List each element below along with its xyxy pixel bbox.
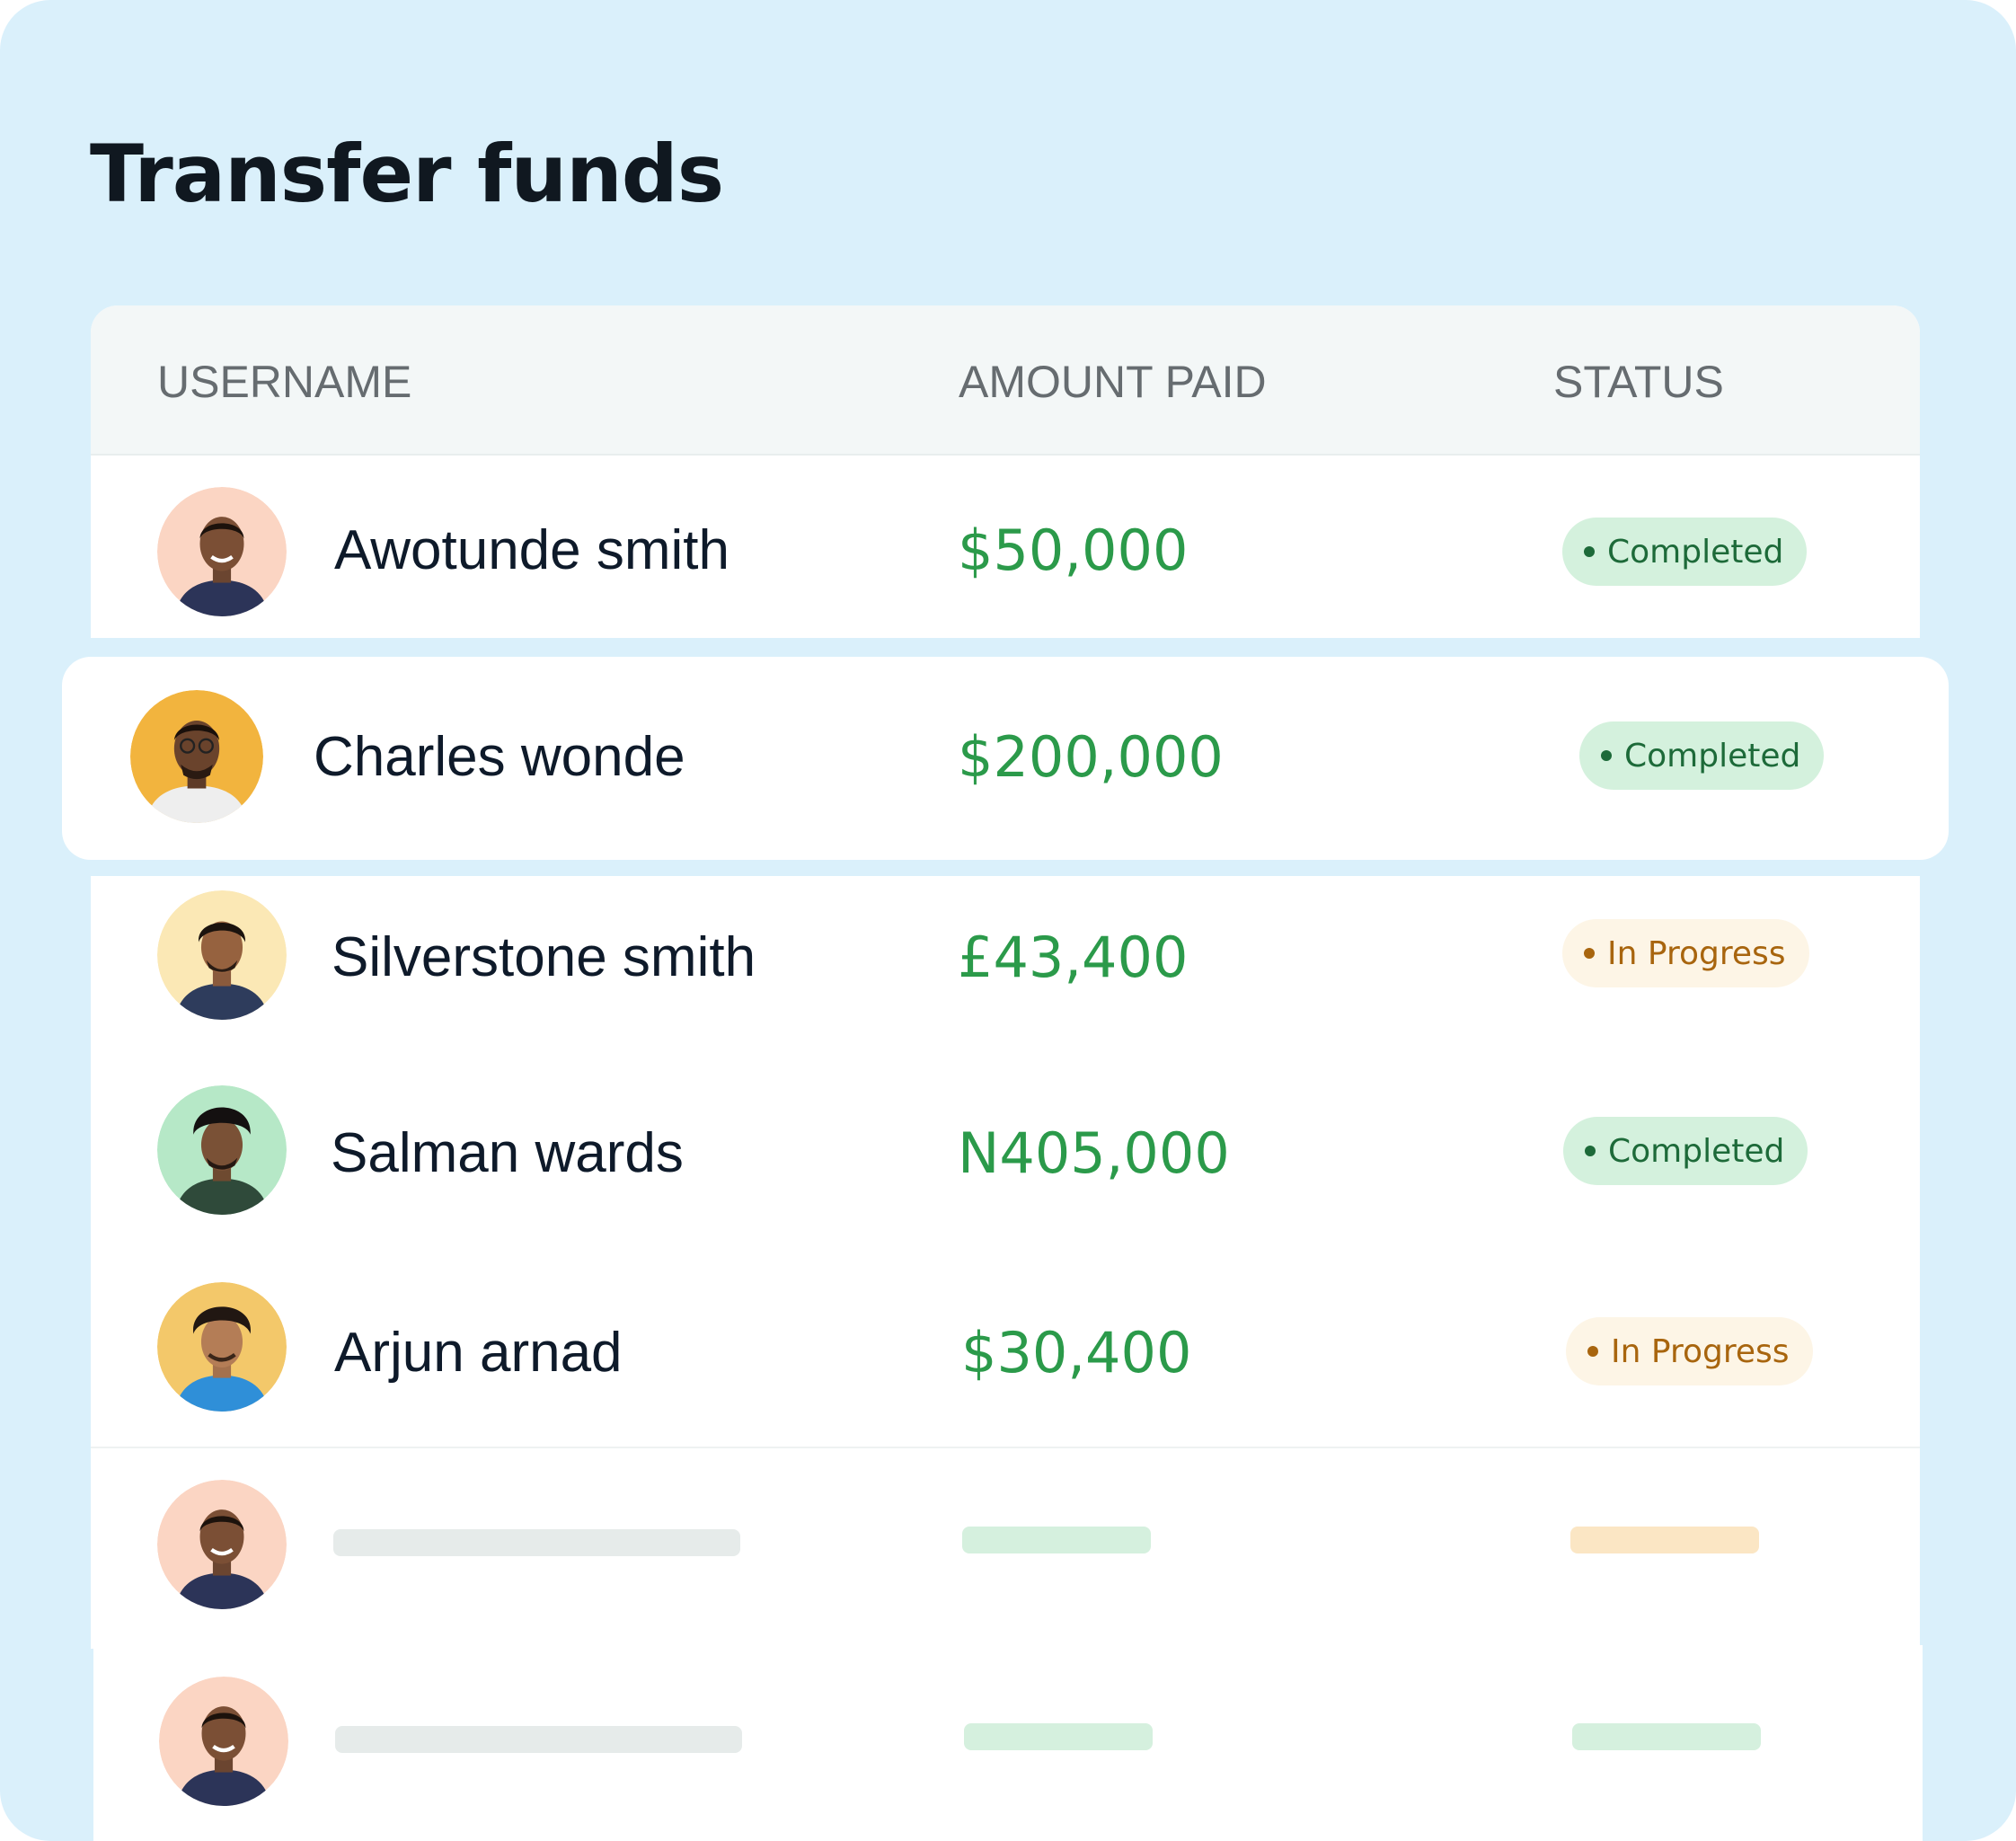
status-label: Completed	[1624, 737, 1801, 774]
avatar	[130, 690, 263, 823]
column-header-username: USERNAME	[157, 357, 412, 407]
status-label: Completed	[1608, 1132, 1785, 1170]
column-header-status: STATUS	[1553, 357, 1724, 407]
table-header: USERNAME AMOUNT PAID STATUS	[91, 305, 1920, 456]
username: Silverstone smith	[332, 926, 756, 988]
status-dot-icon	[1601, 750, 1612, 761]
status-label: Completed	[1607, 533, 1784, 571]
status-badge: Completed	[1562, 518, 1808, 586]
amount-paid: $30,400	[961, 1320, 1192, 1385]
amount-paid: $50,000	[958, 518, 1189, 583]
status-dot-icon	[1587, 1346, 1598, 1357]
status-badge: Completed	[1563, 1117, 1808, 1185]
status-label: In Progress	[1607, 934, 1786, 972]
status-dot-icon	[1585, 1146, 1596, 1156]
column-header-amount-paid: AMOUNT PAID	[959, 357, 1267, 407]
status-dot-icon	[1584, 948, 1595, 959]
person-avatar-icon	[157, 890, 287, 1020]
status-dot-icon	[1584, 546, 1595, 557]
username: Charles wonde	[314, 726, 685, 788]
skeleton-amount	[964, 1723, 1153, 1750]
person-avatar-icon	[157, 487, 287, 616]
username: Arjun arnad	[334, 1322, 623, 1384]
username: Awotunde smith	[334, 519, 729, 581]
status-badge: Completed	[1579, 721, 1825, 790]
status-label: In Progress	[1611, 1332, 1790, 1370]
skeleton-name	[333, 1529, 740, 1556]
transactions-table: USERNAME AMOUNT PAID STATUS	[91, 305, 1920, 638]
person-avatar-icon	[157, 1480, 287, 1609]
avatar	[157, 1085, 287, 1215]
avatar	[157, 1282, 287, 1412]
skeleton-amount	[962, 1527, 1151, 1553]
person-avatar-icon	[157, 1282, 287, 1412]
page-title: Transfer funds	[90, 128, 724, 220]
username: Salman wards	[331, 1122, 684, 1184]
avatar-placeholder	[159, 1677, 288, 1806]
amount-paid: N405,000	[958, 1120, 1230, 1186]
status-badge: In Progress	[1562, 919, 1809, 987]
amount-paid: £43,400	[958, 925, 1189, 990]
skeleton-status	[1570, 1527, 1759, 1553]
person-avatar-icon	[157, 1085, 287, 1215]
row-divider	[91, 1447, 1920, 1448]
amount-paid: $200,000	[958, 724, 1224, 790]
skeleton-name	[335, 1726, 742, 1753]
skeleton-status	[1572, 1723, 1761, 1750]
person-avatar-icon	[130, 690, 263, 823]
person-avatar-icon	[159, 1677, 288, 1806]
avatar	[157, 487, 287, 616]
avatar-placeholder	[157, 1480, 287, 1609]
avatar	[157, 890, 287, 1020]
status-badge: In Progress	[1566, 1317, 1813, 1385]
transfer-funds-card: Transfer funds USERNAME AMOUNT PAID STAT…	[0, 0, 2016, 1841]
